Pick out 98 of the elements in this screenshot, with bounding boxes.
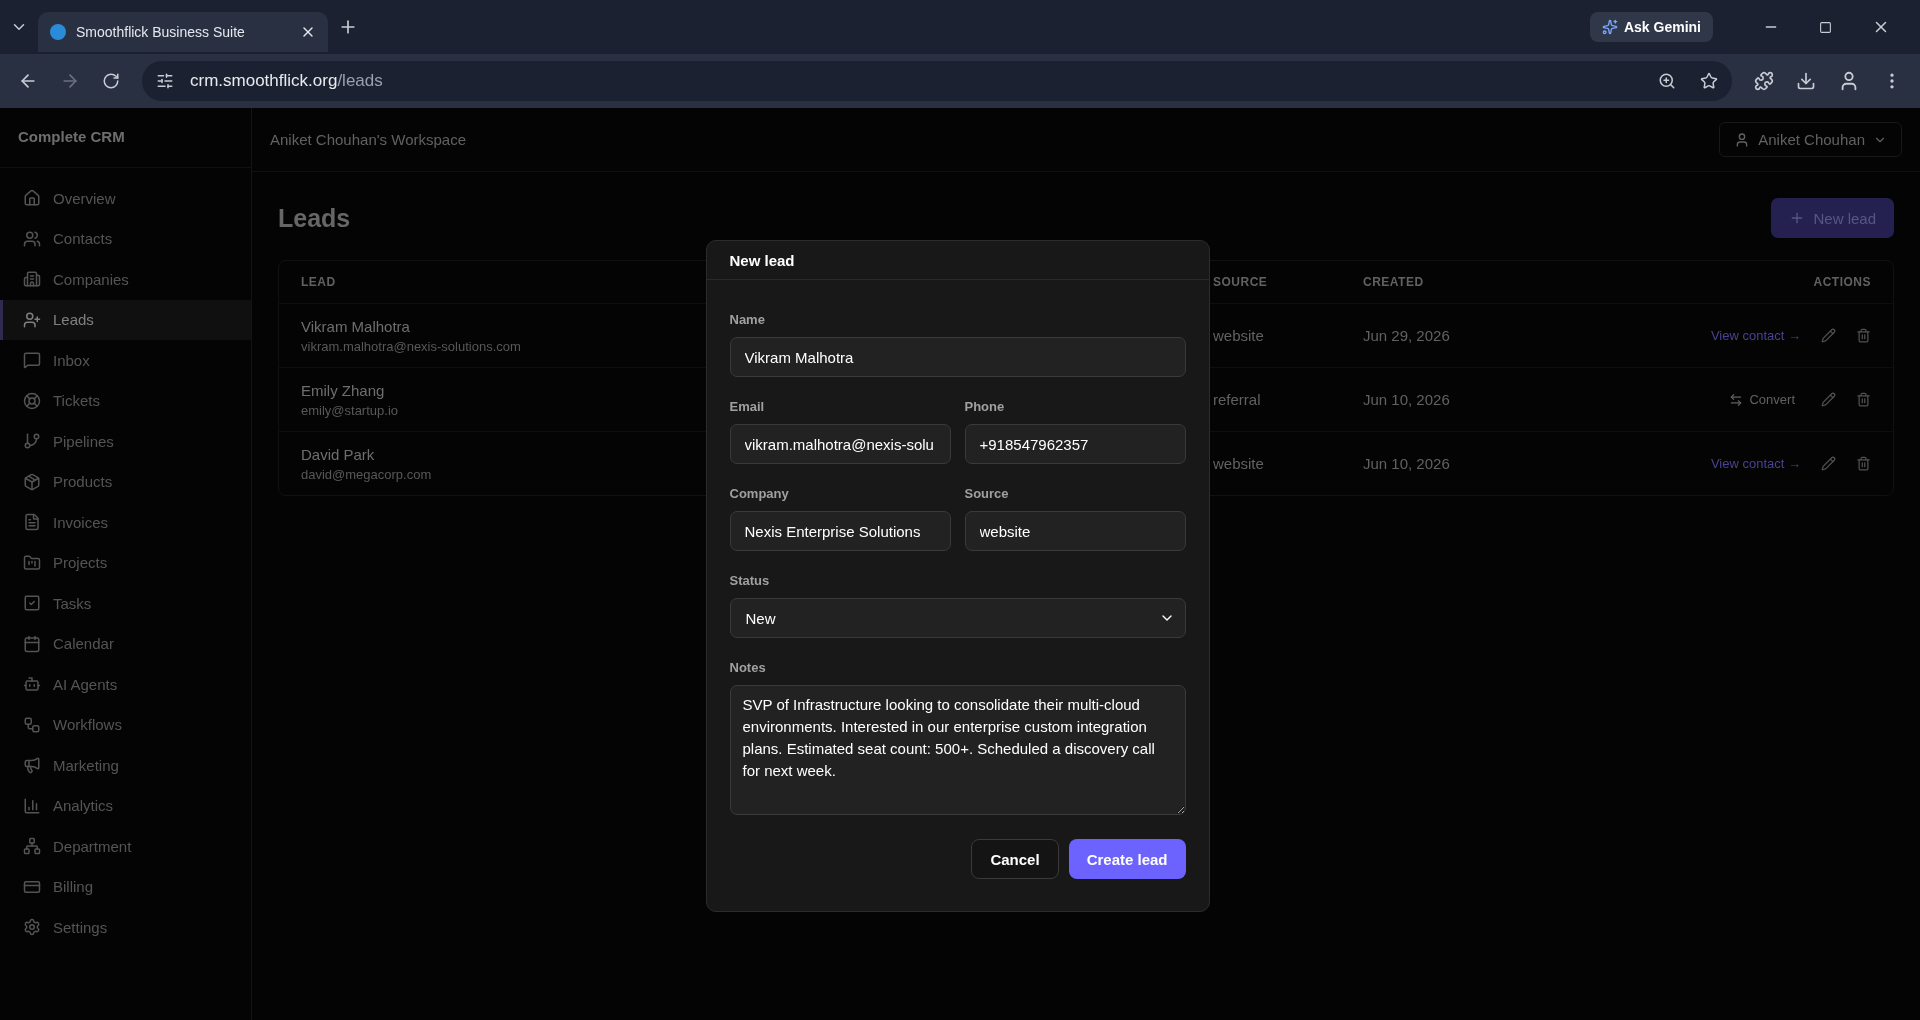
status-select[interactable]: New (729, 598, 1186, 638)
create-lead-button[interactable]: Create lead (1068, 839, 1186, 879)
convert-button[interactable]: Convert (1723, 391, 1801, 408)
sidebar-item[interactable]: Marketing (0, 745, 251, 786)
text-field[interactable]: vikram.malhotra@nexis-solu (729, 424, 951, 464)
sidebar-item[interactable]: Leads (0, 299, 251, 340)
page-title: Leads (278, 203, 351, 233)
edit-icon[interactable] (1821, 392, 1836, 407)
sidebar-item[interactable]: Invoices (0, 502, 251, 543)
sidebar-item[interactable]: Overview (0, 178, 251, 219)
field-label: Name (729, 312, 766, 327)
reload-icon[interactable] (102, 72, 120, 90)
table-cell-text: Jun 10, 2026 (1363, 455, 1451, 472)
sidebar-item[interactable]: Products (0, 461, 251, 502)
sidebar-item[interactable]: Settings (0, 907, 251, 948)
lead-email: vikram.malhotra@nexis-solutions.com (301, 338, 521, 354)
sidebar-item[interactable]: Tasks (0, 583, 251, 624)
text-field[interactable]: Vikram Malhotra (729, 337, 1186, 377)
zoom-icon[interactable] (1658, 72, 1676, 90)
bookmark-star-icon[interactable] (1700, 72, 1718, 90)
lifebuoy-icon (23, 391, 41, 410)
notes-field[interactable]: SVP of Infrastructure looking to consolidate their multi-cloud environments. Interested in our enterprise custom integration plans. Estimated seat count: 500+. Scheduled a discovery call for next week. (729, 685, 1186, 815)
delete-icon[interactable] (1856, 456, 1871, 471)
chat-icon (23, 351, 41, 370)
app-brand: Complete CRM (0, 108, 251, 168)
dialog-title: New lead (729, 251, 795, 269)
text-field[interactable]: website (964, 511, 1186, 551)
building-icon (23, 270, 41, 289)
column-header: ACTIONS (1812, 275, 1871, 289)
maximize-icon[interactable] (1819, 20, 1832, 34)
lead-email: emily@startup.io (301, 402, 398, 418)
site-settings-icon[interactable] (156, 72, 174, 90)
home-icon (23, 189, 41, 208)
view-contact-link[interactable]: View contact → (1710, 328, 1801, 343)
sidebar-item[interactable]: Inbox (0, 340, 251, 381)
sidebar-item[interactable]: Workflows (0, 704, 251, 745)
extensions-icon[interactable] (1754, 71, 1774, 91)
lead-name: Emily Zhang (301, 381, 385, 399)
sidebar-item[interactable]: Analytics (0, 785, 251, 826)
workspace-title: Aniket Chouhan's Workspace (270, 131, 467, 148)
bar-chart-icon (23, 796, 41, 815)
megaphone-icon (23, 756, 41, 775)
delete-icon[interactable] (1856, 328, 1871, 343)
sidebar-item[interactable]: AI Agents (0, 664, 251, 705)
delete-icon[interactable] (1856, 392, 1871, 407)
address-bar[interactable]: crm.smoothflick.org/leads (142, 61, 1732, 101)
sidebar-item[interactable]: Tickets (0, 380, 251, 421)
browser-tab[interactable]: Smoothflick Business Suite (38, 12, 328, 52)
field-label: Notes (729, 660, 767, 675)
lead-name: David Park (301, 445, 375, 463)
text-field[interactable]: Nexis Enterprise Solutions (729, 511, 951, 551)
download-icon[interactable] (1796, 71, 1816, 91)
tab-title: Smoothflick Business Suite (76, 24, 246, 40)
table-cell-text: Jun 29, 2026 (1363, 327, 1451, 344)
view-contact-link[interactable]: View contact → (1710, 456, 1801, 471)
column-header: CREATED (1363, 275, 1425, 289)
text-field[interactable]: +918547962357 (964, 424, 1186, 464)
field-label: Status (729, 573, 771, 588)
checkbox-icon (23, 594, 41, 613)
network-icon (23, 837, 41, 856)
sidebar-item[interactable]: Calendar (0, 623, 251, 664)
column-header: LEAD (301, 275, 337, 289)
sidebar-item[interactable]: Billing (0, 866, 251, 907)
site-icon (50, 24, 66, 40)
table-cell-text: website (1213, 327, 1265, 344)
column-header: SOURCE (1213, 275, 1269, 289)
table-cell-text: website (1213, 455, 1265, 472)
field-label: Phone (964, 399, 1006, 414)
field-label: Company (729, 486, 790, 501)
table-cell-text: referral (1213, 391, 1262, 408)
document-icon (23, 513, 41, 532)
lead-name: Vikram Malhotra (301, 317, 410, 335)
cancel-button[interactable]: Cancel (971, 839, 1059, 879)
field-label: Email (729, 399, 766, 414)
sidebar-item[interactable]: Companies (0, 259, 251, 300)
box-icon (23, 472, 41, 491)
robot-icon (23, 675, 41, 694)
url-text: crm.smoothflick.org/leads (190, 71, 383, 91)
sidebar-item[interactable]: Contacts (0, 218, 251, 259)
user-plus-icon (23, 310, 41, 329)
edit-icon[interactable] (1821, 456, 1836, 471)
sidebar-item[interactable]: Department (0, 826, 251, 867)
lead-email: david@megacorp.com (301, 466, 432, 482)
sparkle-icon (1601, 19, 1618, 35)
settings-icon (23, 918, 41, 937)
folder-icon (23, 553, 41, 572)
users-icon (23, 229, 41, 248)
sidebar-item[interactable]: Pipelines (0, 421, 251, 462)
sidebar-item[interactable]: Projects (0, 542, 251, 583)
branch-icon (23, 432, 41, 451)
user-menu-button[interactable]: Aniket Chouhan (1719, 122, 1902, 157)
edit-icon[interactable] (1821, 328, 1836, 343)
ask-gemini-button[interactable]: Ask Gemini (1589, 12, 1713, 42)
swap-icon (1729, 392, 1744, 407)
field-label: Source (964, 486, 1010, 501)
calendar-icon (23, 634, 41, 653)
table-cell-text: Jun 10, 2026 (1363, 391, 1451, 408)
workflow-icon (23, 715, 41, 734)
